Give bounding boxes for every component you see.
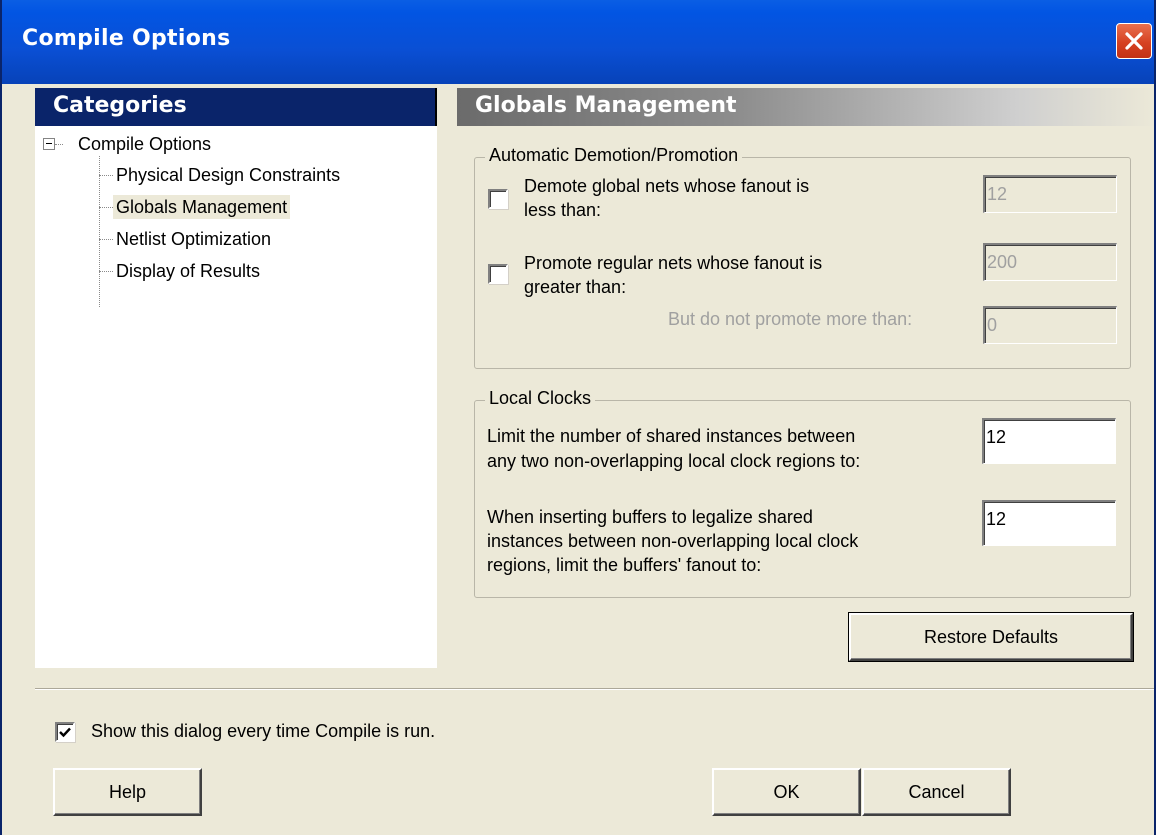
categories-title: Categories (53, 93, 187, 118)
tree-item-netlist-optimization[interactable]: Netlist Optimization (113, 227, 274, 251)
limit-shared-label-line1: Limit the number of shared instances bet… (487, 426, 856, 446)
title-bar[interactable]: Compile Options (2, 0, 1154, 84)
ok-button[interactable]: OK (712, 768, 861, 816)
promote-label-line2: greater than: (524, 277, 627, 297)
compile-options-dialog: Compile Options Categories Compile Optio… (0, 0, 1156, 835)
close-button[interactable] (1116, 23, 1152, 59)
tree-connector (99, 239, 113, 240)
window-title: Compile Options (22, 26, 231, 51)
promote-limit-label: But do not promote more than: (668, 309, 913, 329)
buffers-label-line3: regions, limit the buffers' fanout to: (487, 555, 762, 575)
demote-checkbox[interactable] (488, 189, 508, 209)
promote-limit-input[interactable]: 0 (983, 306, 1117, 344)
tree-item-compile-options[interactable]: Compile Options (75, 132, 214, 156)
tree-item-globals-management[interactable]: Globals Management (113, 195, 291, 219)
tree-connector (99, 156, 100, 307)
auto-group-legend: Automatic Demotion/Promotion (485, 145, 743, 166)
limit-shared-input[interactable]: 12 (982, 418, 1116, 464)
tree-connector (99, 271, 113, 272)
show-dialog-label: Show this dialog every time Compile is r… (91, 721, 436, 741)
tree-connector (99, 175, 113, 176)
promote-fanout-input[interactable]: 200 (983, 243, 1117, 281)
categories-panel: Categories Compile Options Physical Desi… (35, 88, 437, 668)
section-header: Globals Management (457, 88, 1154, 126)
tree-item-display-of-results[interactable]: Display of Results (113, 259, 263, 283)
buffers-label-line1: When inserting buffers to legalize share… (487, 507, 813, 527)
tree-connector (99, 207, 113, 208)
promote-label-line1: Promote regular nets whose fanout is (524, 253, 823, 273)
cancel-button[interactable]: Cancel (862, 768, 1011, 816)
help-button[interactable]: Help (53, 768, 202, 816)
categories-header: Categories (35, 88, 437, 126)
buffers-label-line2: instances between non-overlapping local … (487, 531, 859, 551)
demote-label-line2: less than: (524, 200, 602, 220)
close-icon (1125, 32, 1143, 50)
demote-fanout-input[interactable]: 12 (983, 175, 1117, 213)
restore-defaults-button[interactable]: Restore Defaults (848, 612, 1134, 662)
local-clocks-legend: Local Clocks (485, 388, 596, 409)
tree-collapse-icon[interactable] (43, 138, 55, 150)
tree-item-physical-design-constraints[interactable]: Physical Design Constraints (113, 163, 343, 187)
separator (35, 688, 1154, 690)
tree-connector (55, 144, 63, 145)
category-tree: Compile Options Physical Design Constrai… (35, 126, 435, 666)
checkmark-icon (59, 727, 71, 738)
buffers-fanout-input[interactable]: 12 (982, 500, 1116, 546)
section-title: Globals Management (475, 93, 737, 118)
limit-shared-label-line2: any two non-overlapping local clock regi… (487, 451, 861, 471)
demote-label-line1: Demote global nets whose fanout is (524, 176, 810, 196)
show-dialog-checkbox[interactable] (55, 722, 75, 742)
promote-checkbox[interactable] (488, 264, 508, 284)
